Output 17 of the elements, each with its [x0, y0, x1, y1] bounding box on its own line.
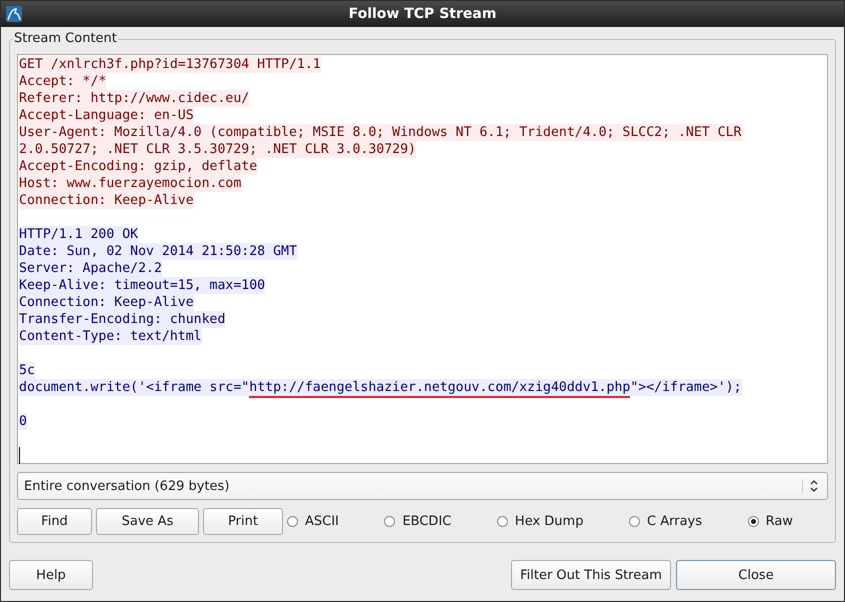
format-radio[interactable]: EBCDIC — [384, 514, 452, 529]
fin-logo-icon — [6, 6, 22, 22]
close-button[interactable]: Close — [676, 560, 836, 590]
text-cursor — [19, 447, 20, 464]
up-down-chevron-icon — [802, 479, 819, 493]
conversation-dropdown[interactable]: Entire conversation (629 bytes) — [17, 472, 828, 500]
help-button[interactable]: Help — [9, 560, 93, 590]
action-button[interactable]: Find — [17, 508, 92, 535]
action-button[interactable]: Save As — [96, 508, 199, 535]
filter-out-button[interactable]: Filter Out This Stream — [511, 560, 671, 590]
format-radio[interactable]: Raw — [748, 514, 793, 529]
stream-text-area[interactable] — [17, 54, 828, 464]
action-button[interactable]: Print — [203, 508, 283, 535]
format-radio[interactable]: Hex Dump — [496, 514, 584, 529]
format-radio[interactable]: C Arrays — [629, 514, 702, 529]
format-radio[interactable]: ASCII — [287, 514, 339, 529]
window-title: Follow TCP Stream — [348, 6, 498, 22]
